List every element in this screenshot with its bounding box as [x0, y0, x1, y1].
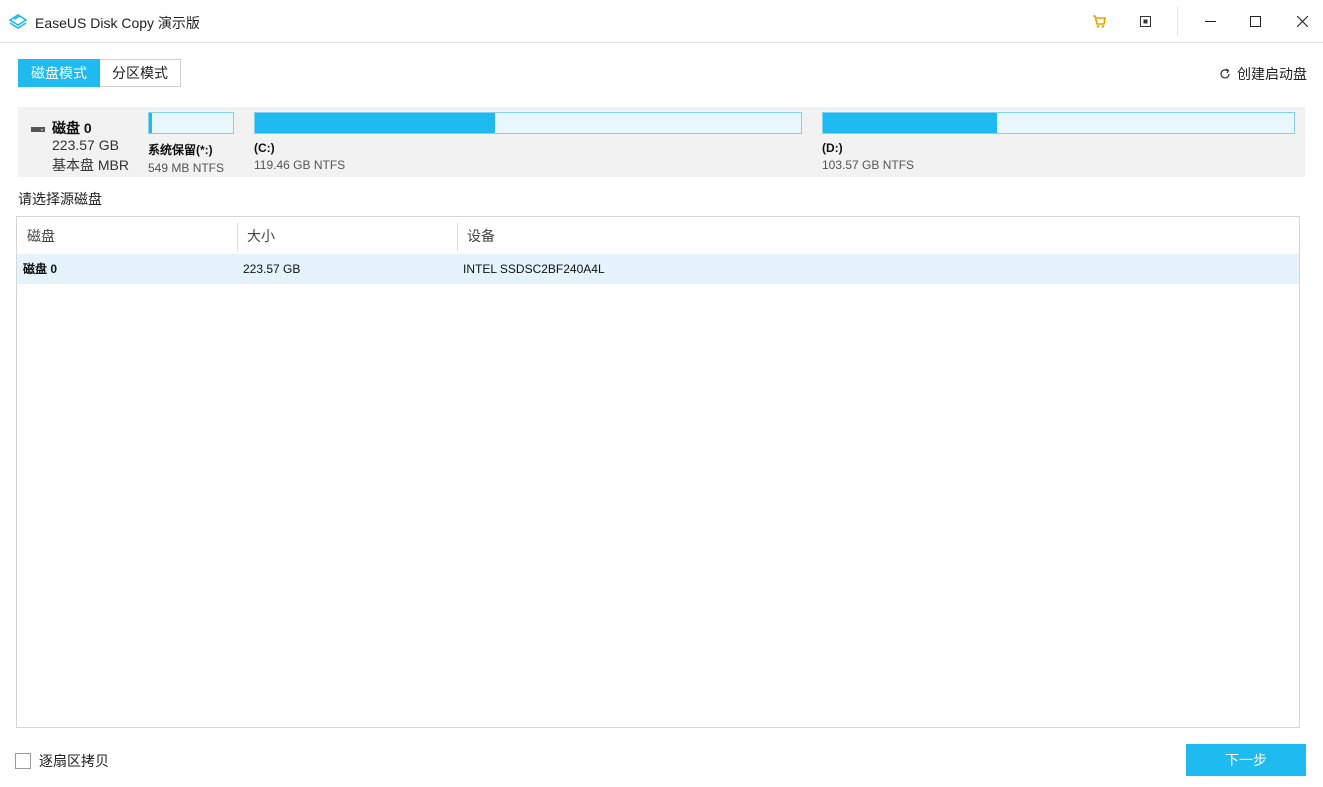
partition-usage-fill: [255, 113, 496, 133]
partition-info: 549 MB NTFS: [148, 161, 225, 175]
column-header-disk[interactable]: 磁盘: [17, 217, 237, 253]
table-header: 磁盘 大小 设备: [17, 217, 1299, 253]
refresh-icon: [1220, 68, 1230, 79]
partition-label: 系统保留(*:): [148, 143, 213, 157]
create-boot-disk-button[interactable]: 创建启动盘: [1219, 64, 1307, 84]
partition-c[interactable]: (C:) 119.46 GB NTFS: [254, 112, 802, 172]
cell-size: 223.57 GB: [243, 262, 301, 276]
disk-map[interactable]: 磁盘 0 223.57 GB 基本盘 MBR 系统保留(*:) 549 MB N…: [18, 107, 1305, 177]
partition-usage-bar: [822, 112, 1295, 134]
titlebar-divider: [1177, 6, 1178, 36]
sector-copy-checkbox[interactable]: [15, 753, 31, 769]
app-window: EaseUS Disk Copy 演示版 磁盘模式 分区模式 创建启动盘 磁盘 …: [0, 0, 1323, 787]
maximize-icon: [1249, 15, 1261, 27]
cell-device: INTEL SSDSC2BF240A4L: [463, 262, 605, 276]
disk-type: 基本盘 MBR: [52, 157, 129, 173]
disk-name: 磁盘 0: [52, 120, 92, 136]
partition-usage-bar: [254, 112, 802, 134]
partition-usage-fill: [823, 113, 998, 133]
create-boot-label: 创建启动盘: [1237, 66, 1307, 82]
sector-by-sector-option[interactable]: 逐扇区拷贝: [15, 751, 109, 771]
minimize-icon: [1204, 20, 1216, 22]
close-button[interactable]: [1288, 0, 1316, 42]
next-button[interactable]: 下一步: [1186, 744, 1306, 776]
column-header-size[interactable]: 大小: [237, 217, 457, 253]
mode-tabs: 磁盘模式 分区模式: [18, 59, 181, 87]
cell-disk: 磁盘 0: [23, 262, 58, 276]
disk-size: 223.57 GB: [52, 137, 119, 153]
hard-disk-icon: [31, 127, 45, 132]
app-logo-icon: [8, 14, 28, 29]
tab-partition-mode[interactable]: 分区模式: [100, 59, 181, 87]
partition-info: 119.46 GB NTFS: [254, 158, 346, 172]
partition-usage-fill: [149, 113, 152, 133]
cart-button[interactable]: [1086, 0, 1112, 42]
title-bar: EaseUS Disk Copy 演示版: [0, 0, 1323, 43]
partition-info: 103.57 GB NTFS: [822, 158, 915, 172]
partition-system-reserved[interactable]: 系统保留(*:) 549 MB NTFS: [148, 112, 234, 175]
partition-usage-bar: [148, 112, 234, 134]
maximize-button[interactable]: [1241, 0, 1269, 42]
partition-label: (D:): [822, 141, 843, 155]
minimize-button[interactable]: [1196, 0, 1224, 42]
select-source-label: 请选择源磁盘: [18, 191, 102, 207]
pin-icon: [1139, 15, 1151, 27]
close-icon: [1296, 15, 1308, 27]
sector-copy-label: 逐扇区拷贝: [39, 753, 109, 769]
disk-table: 磁盘 大小 设备 磁盘 0 223.57 GB INTEL SSDSC2BF24…: [16, 216, 1300, 728]
partition-d[interactable]: (D:) 103.57 GB NTFS: [822, 112, 1295, 172]
cart-icon: [1093, 14, 1106, 28]
pin-button[interactable]: [1132, 0, 1158, 42]
window-title: EaseUS Disk Copy 演示版: [35, 15, 200, 31]
column-header-device[interactable]: 设备: [457, 217, 757, 253]
tab-disk-mode[interactable]: 磁盘模式: [18, 59, 100, 87]
table-row[interactable]: 磁盘 0 223.57 GB INTEL SSDSC2BF240A4L: [17, 254, 1299, 284]
partition-label: (C:): [254, 141, 275, 155]
